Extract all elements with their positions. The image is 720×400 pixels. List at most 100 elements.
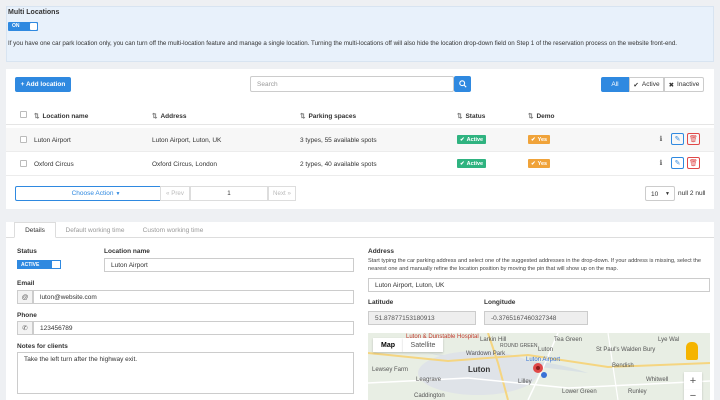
map-type-satellite-button[interactable]: Satellite	[403, 338, 443, 352]
sort-icon: ⇅	[528, 113, 534, 120]
location-name-input[interactable]: Luton Airport	[104, 258, 354, 272]
delete-button[interactable]: 🗑	[687, 157, 700, 169]
per-page-value: 10	[651, 191, 659, 198]
check-icon: ✔	[633, 81, 639, 89]
phone-icon: ✆	[17, 321, 33, 335]
notes-label: Notes for clients	[17, 343, 68, 350]
map-label: Lower Green	[562, 389, 597, 395]
details-tabs: Details Default working time Custom work…	[6, 222, 714, 238]
tab-custom-working-time[interactable]: Custom working time	[136, 222, 210, 238]
notes-textarea[interactable]: Take the left turn after the highway exi…	[17, 352, 354, 394]
close-icon: ✖	[668, 81, 675, 89]
tab-details[interactable]: Details	[14, 222, 56, 238]
map-label: Larkin Hill	[480, 337, 507, 343]
table-header: ⇅ Location name ⇅ Address ⇅ Parking spaces …	[6, 105, 714, 125]
multi-locations-panel	[6, 6, 714, 62]
latitude-label: Latitude	[368, 299, 394, 306]
trash-icon: 🗑	[689, 160, 698, 167]
row-checkbox[interactable]	[20, 136, 27, 143]
demo-text: Yes	[537, 136, 548, 143]
map-label: Luton	[538, 347, 554, 353]
multi-locations-toggle[interactable]: ON	[8, 22, 38, 31]
next-page-button[interactable]: Next »	[268, 186, 296, 201]
map-label: St Paul's Walden Bury	[596, 347, 656, 353]
address-label: Address	[368, 248, 395, 255]
cell-address: Luton Airport, Luton, UK	[152, 137, 222, 144]
filter-inactive-button[interactable]: ✖ Inactive	[664, 77, 704, 92]
email-label: Email	[17, 280, 35, 287]
phone-input[interactable]: 123456789	[33, 321, 354, 335]
filter-active-label: Active	[641, 81, 660, 88]
map-label: Luton Airport	[526, 357, 561, 363]
sort-icon: ⇅	[152, 113, 158, 120]
filter-active-button[interactable]: ✔ Active	[629, 77, 664, 92]
column-label: Parking spaces	[308, 113, 357, 120]
sort-icon: ⇅	[34, 113, 40, 120]
cell-location-name: Oxford Circus	[34, 161, 74, 168]
map-label: Lewsey Farm	[372, 367, 409, 373]
map-label: Tea Green	[554, 337, 583, 343]
multi-locations-description: If you have one car park location only, …	[8, 40, 677, 47]
edit-button[interactable]: ✎	[671, 157, 684, 169]
caret-down-icon: ▼	[115, 190, 121, 197]
add-location-button[interactable]: + Add location	[15, 77, 71, 92]
address-input[interactable]: Luton Airport, Luton, UK	[368, 278, 710, 292]
edit-button[interactable]: ✎	[671, 133, 684, 145]
cell-parking-spaces: 3 types, 55 available spots	[300, 137, 377, 144]
table-row[interactable]: Luton Airport Luton Airport, Luton, UK 3…	[6, 128, 714, 152]
check-icon: ✔	[531, 160, 536, 167]
pencil-icon: ✎	[674, 136, 681, 143]
info-icon[interactable]: ℹ	[657, 159, 665, 167]
column-label: Demo	[536, 113, 555, 120]
column-parking-spaces[interactable]: ⇅ Parking spaces	[300, 112, 356, 120]
map-zoom-in-button[interactable]: +	[684, 372, 702, 390]
status-text: Active	[466, 136, 484, 143]
check-icon: ✔	[531, 136, 536, 143]
status-toggle[interactable]: ACTIVE	[17, 260, 61, 269]
row-checkbox[interactable]	[20, 160, 27, 167]
select-all-checkbox[interactable]	[20, 111, 27, 118]
cell-parking-spaces: 2 types, 40 available spots	[300, 161, 377, 168]
caret-down-icon: ▼	[665, 191, 670, 197]
column-location-name[interactable]: ⇅ Location name	[34, 112, 88, 120]
toggle-knob	[30, 23, 37, 30]
cell-address: Oxford Circus, London	[152, 161, 218, 168]
per-page-select[interactable]: 10 ▼	[645, 186, 675, 201]
search-input[interactable]: Search	[250, 76, 454, 92]
filter-all-button[interactable]: All	[601, 77, 629, 92]
map-type-map-button[interactable]: Map	[373, 338, 403, 352]
choose-action-label: Choose Action	[71, 190, 114, 197]
prev-page-button[interactable]: « Prev	[160, 186, 190, 201]
location-name-label: Location name	[104, 248, 150, 255]
tab-default-working-time[interactable]: Default working time	[58, 222, 132, 238]
map-label: ROUND GREEN	[500, 343, 538, 349]
trash-icon: 🗑	[689, 136, 698, 143]
address-help-text: Start typing the car parking address and…	[368, 258, 702, 272]
map-label: Runley	[628, 389, 647, 395]
at-icon: @	[17, 290, 33, 304]
demo-text: Yes	[537, 160, 548, 167]
map-label: Wardown Park	[466, 351, 506, 357]
column-demo[interactable]: ⇅ Demo	[528, 112, 555, 120]
map-zoom-out-button[interactable]: −	[684, 390, 702, 400]
longitude-input: -0.3765167460327348	[484, 311, 588, 325]
filter-inactive-label: Inactive	[677, 81, 700, 88]
cell-location-name: Luton Airport	[34, 137, 71, 144]
info-icon[interactable]: ℹ	[657, 135, 665, 143]
map-label: Luton	[468, 365, 491, 374]
search-button[interactable]	[454, 76, 471, 92]
column-status[interactable]: ⇅ Status	[457, 112, 485, 120]
longitude-label: Longitude	[484, 299, 516, 306]
demo-badge: ✔ Yes	[528, 159, 551, 168]
column-address[interactable]: ⇅ Address	[152, 112, 186, 120]
map-label: Lye Wal	[658, 337, 680, 343]
email-input[interactable]: luton@website.com	[33, 290, 354, 304]
choose-action-dropdown[interactable]: Choose Action ▼	[15, 186, 177, 201]
street-view-pegman-icon[interactable]	[686, 342, 698, 360]
delete-button[interactable]: 🗑	[687, 133, 700, 145]
page-number-input[interactable]: 1	[190, 186, 268, 201]
status-text: Active	[466, 160, 484, 167]
check-icon: ✔	[460, 160, 465, 167]
table-row[interactable]: Oxford Circus Oxford Circus, London 2 ty…	[6, 152, 714, 176]
map-label: Lilley	[518, 379, 532, 385]
